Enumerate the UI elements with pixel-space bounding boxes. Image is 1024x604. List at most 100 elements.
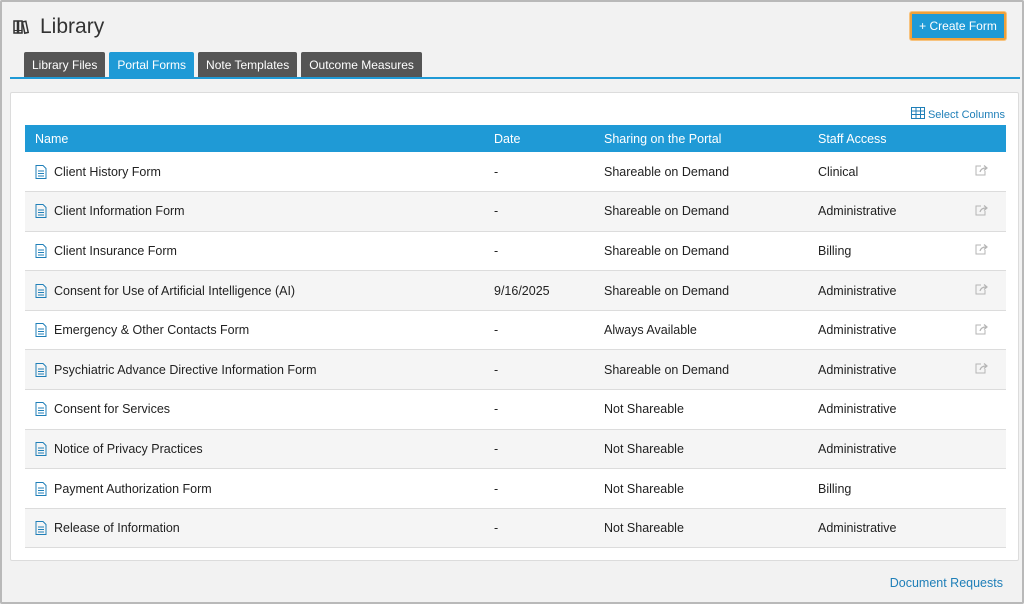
- tab-portal-forms[interactable]: Portal Forms: [109, 52, 195, 77]
- table-body: Client History Form - Shareable on Demand C…: [25, 152, 1006, 548]
- form-date: -: [494, 362, 499, 377]
- share-icon[interactable]: [975, 204, 989, 216]
- form-sharing: Shareable on Demand: [604, 204, 730, 219]
- form-staff-access: Administrative: [818, 323, 897, 338]
- table-row: Payment Authorization Form - Not Shareable…: [25, 469, 1006, 509]
- share-icon[interactable]: [975, 243, 989, 255]
- page-header: Library: [12, 14, 104, 40]
- form-name-link[interactable]: Release of Information: [54, 521, 180, 535]
- share-icon[interactable]: [975, 283, 989, 295]
- form-name-link[interactable]: Consent for Use of Artificial Intelligen…: [54, 284, 295, 298]
- forms-panel: Select Columns Name Date Sharing on the …: [10, 92, 1019, 561]
- table-row: Psychiatric Advance Directive Informatio…: [25, 349, 1006, 390]
- form-sharing: Shareable on Demand: [604, 283, 730, 298]
- form-sharing: Always Available: [604, 323, 697, 338]
- row-actions: [958, 469, 1006, 509]
- form-staff-access: Administrative: [818, 283, 897, 298]
- library-tabs: Library Files Portal Forms Note Template…: [24, 52, 422, 77]
- tab-outcome-measures[interactable]: Outcome Measures: [301, 52, 422, 77]
- table-row: Consent for Use of Artificial Intelligen…: [25, 270, 1006, 311]
- form-date: -: [494, 164, 499, 179]
- table-row: Emergency & Other Contacts Form - Always A…: [25, 310, 1006, 350]
- row-actions: [958, 508, 1006, 548]
- document-requests-link[interactable]: Document Requests: [890, 576, 1003, 590]
- column-header-date[interactable]: Date: [484, 125, 594, 152]
- form-name-link[interactable]: Client History Form: [54, 165, 161, 179]
- row-actions: [958, 350, 1006, 390]
- form-name-link[interactable]: Consent for Services: [54, 402, 170, 416]
- books-icon: [12, 17, 32, 37]
- table-row: Client Information Form - Shareable on Dem…: [25, 191, 1006, 232]
- select-columns-button[interactable]: Select Columns: [910, 107, 1005, 122]
- form-date: -: [494, 243, 499, 258]
- document-icon: [35, 441, 47, 456]
- document-icon: [35, 204, 47, 219]
- row-actions: [958, 192, 1006, 232]
- column-header-staff-access[interactable]: Staff Access: [808, 125, 958, 152]
- row-actions: [958, 310, 1006, 350]
- table-row: Release of Information - Not Shareable Admi…: [25, 508, 1006, 548]
- row-actions: [958, 231, 1006, 271]
- form-staff-access: Clinical: [818, 164, 859, 179]
- table-row: Consent for Services - Not Shareable Admini…: [25, 390, 1006, 430]
- table-grid-icon: [910, 107, 925, 122]
- share-icon[interactable]: [975, 323, 989, 335]
- form-name-link[interactable]: Emergency & Other Contacts Form: [54, 323, 249, 337]
- share-icon[interactable]: [975, 362, 989, 374]
- form-name-link[interactable]: Client Information Form: [54, 204, 185, 218]
- form-staff-access: Administrative: [818, 362, 897, 377]
- form-staff-access: Administrative: [818, 402, 897, 417]
- document-icon: [35, 521, 47, 536]
- document-icon: [35, 323, 47, 338]
- document-icon: [35, 164, 47, 179]
- form-staff-access: Administrative: [818, 204, 897, 219]
- table-row: Client Insurance Form - Shareable on Deman…: [25, 231, 1006, 271]
- document-icon: [35, 402, 47, 417]
- app-frame: Library + Create Form Library Files Port…: [0, 0, 1024, 604]
- form-sharing: Shareable on Demand: [604, 243, 730, 258]
- portal-forms-table: Name Date Sharing on the Portal Staff Ac…: [25, 125, 1006, 548]
- share-icon[interactable]: [975, 164, 989, 176]
- form-name-link[interactable]: Client Insurance Form: [54, 244, 177, 258]
- form-date: -: [494, 521, 499, 536]
- select-columns-label: Select Columns: [927, 108, 1005, 121]
- form-sharing: Not Shareable: [604, 441, 684, 456]
- form-staff-access: Billing: [818, 481, 852, 496]
- form-name-link[interactable]: Psychiatric Advance Directive Informatio…: [54, 363, 317, 377]
- document-icon: [35, 283, 47, 298]
- column-header-actions: [958, 125, 1006, 152]
- form-name-link[interactable]: Notice of Privacy Practices: [54, 442, 203, 456]
- form-name-link[interactable]: Payment Authorization Form: [54, 482, 212, 496]
- row-actions: [958, 390, 1006, 430]
- form-staff-access: Billing: [818, 243, 852, 258]
- form-date: 9/16/2025: [494, 283, 550, 298]
- document-icon: [35, 362, 47, 377]
- form-sharing: Not Shareable: [604, 521, 684, 536]
- tab-note-templates[interactable]: Note Templates: [198, 52, 298, 77]
- row-actions: [958, 271, 1006, 311]
- form-date: -: [494, 204, 499, 219]
- table-row: Notice of Privacy Practices - Not Shareabl…: [25, 429, 1006, 469]
- document-icon: [35, 481, 47, 496]
- form-sharing: Not Shareable: [604, 402, 684, 417]
- form-sharing: Shareable on Demand: [604, 362, 730, 377]
- form-staff-access: Administrative: [818, 441, 897, 456]
- form-date: -: [494, 481, 499, 496]
- tab-underline: [10, 77, 1020, 79]
- column-header-name[interactable]: Name: [25, 125, 484, 152]
- form-date: -: [494, 441, 499, 456]
- form-sharing: Not Shareable: [604, 481, 684, 496]
- table-header-row: Name Date Sharing on the Portal Staff Ac…: [25, 125, 1006, 152]
- form-date: -: [494, 323, 499, 338]
- tab-library-files[interactable]: Library Files: [24, 52, 106, 77]
- create-form-button[interactable]: + Create Form: [910, 12, 1006, 40]
- form-staff-access: Administrative: [818, 521, 897, 536]
- document-icon: [35, 243, 47, 258]
- page-title: Library: [40, 15, 105, 38]
- table-row: Client History Form - Shareable on Demand C…: [25, 152, 1006, 192]
- form-date: -: [494, 402, 499, 417]
- form-sharing: Shareable on Demand: [604, 164, 730, 179]
- row-actions: [958, 152, 1006, 192]
- column-header-sharing[interactable]: Sharing on the Portal: [594, 125, 808, 152]
- row-actions: [958, 429, 1006, 469]
